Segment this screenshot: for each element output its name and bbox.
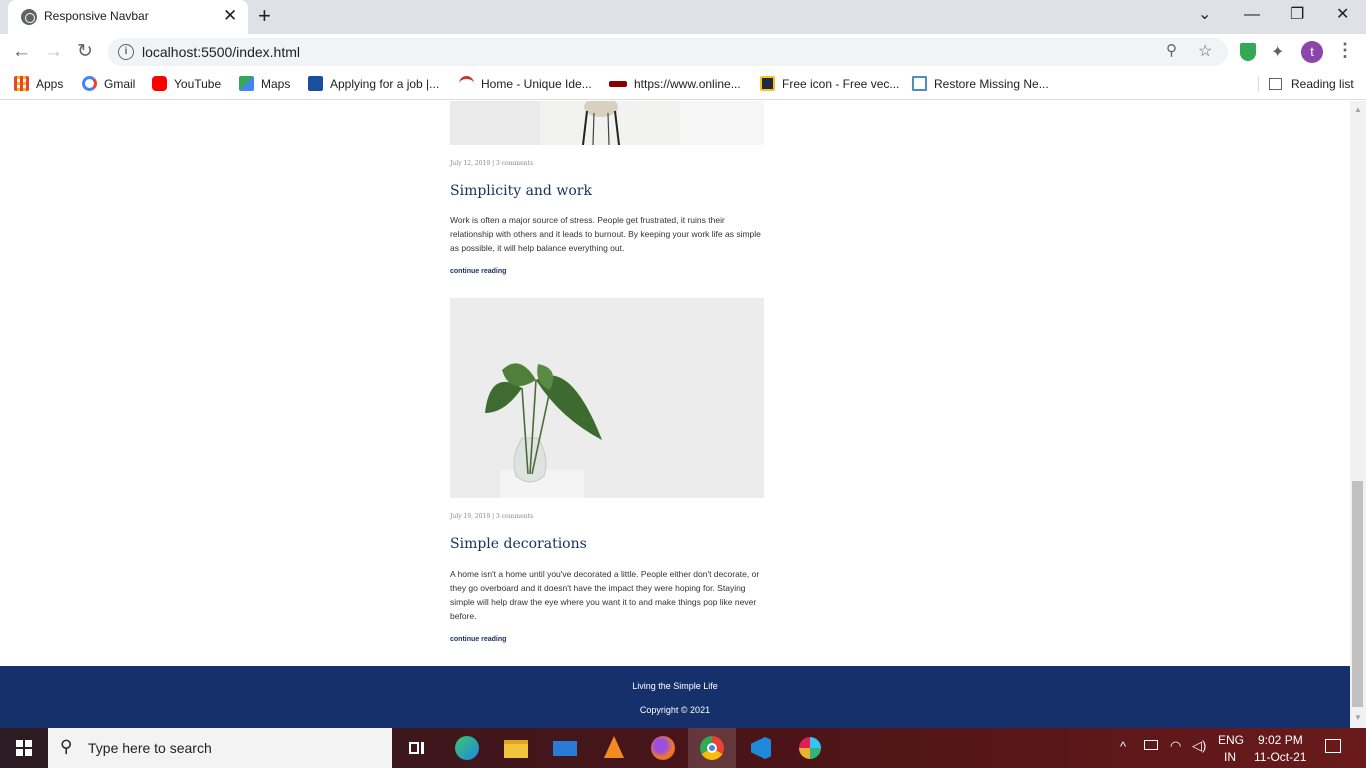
post-title[interactable]: Simplicity and work [450, 183, 592, 199]
extensions-puzzle-icon[interactable]: ✦ [1271, 42, 1284, 62]
continue-reading-link[interactable]: continue reading [450, 636, 506, 643]
site-info-icon[interactable]: i [118, 44, 134, 60]
post-body: A home isn't a home until you've decorat… [450, 569, 760, 621]
bookmark-label: Restore Missing Ne... [934, 77, 1049, 91]
bookmark-free-icon[interactable]: Free icon - Free vec... [760, 76, 899, 94]
windows-start-icon[interactable] [16, 740, 32, 756]
bookmark-label: YouTube [174, 77, 222, 91]
taskbar-search-box[interactable]: ⚲ Type here to search [48, 728, 392, 768]
file-explorer-icon[interactable] [502, 734, 530, 762]
forward-arrow-icon[interactable]: → [44, 41, 63, 63]
apps-grid-icon [14, 76, 29, 91]
tab-title: Responsive Navbar [44, 9, 149, 23]
firefox-icon[interactable] [649, 734, 677, 762]
bookmark-restore-missing[interactable]: Restore Missing Ne... [912, 76, 1049, 94]
scrollbar-thumb[interactable] [1352, 481, 1363, 707]
bookmark-applying-job[interactable]: Applying for a job |... [308, 76, 439, 94]
youtube-icon [152, 76, 167, 91]
notifications-icon[interactable] [1325, 739, 1341, 753]
shield-extension-icon[interactable] [1240, 43, 1256, 61]
slack-icon[interactable] [796, 734, 824, 762]
browser-toolbar: ← → ↻ i localhost:5500/index.html ⚲ ☆ ✦ … [0, 34, 1366, 70]
post-title[interactable]: Simple decorations [450, 536, 587, 552]
continue-reading-link[interactable]: continue reading [450, 268, 506, 275]
bookmark-label: Gmail [104, 77, 136, 91]
post-image-plant [450, 298, 764, 498]
monitor-icon [912, 76, 927, 91]
scroll-down-icon[interactable]: ▼ [1354, 713, 1362, 722]
bookmark-youtube[interactable]: YouTube [152, 76, 221, 94]
google-icon [82, 76, 97, 91]
zoom-icon[interactable]: ⚲ [1166, 41, 1177, 59]
plant-illustration [450, 298, 764, 498]
nsdl-icon [609, 81, 627, 87]
task-view-icon[interactable] [402, 734, 430, 762]
tab-close-icon[interactable]: ✕ [223, 6, 237, 26]
reading-list-label: Reading list [1291, 77, 1354, 91]
clock-date[interactable]: 11-Oct-21 [1254, 750, 1306, 764]
search-placeholder[interactable]: Type here to search [88, 740, 212, 756]
post-body: Work is often a major source of stress. … [450, 215, 761, 253]
bookmark-label: Free icon - Free vec... [782, 77, 900, 91]
language-region[interactable]: IN [1224, 750, 1236, 764]
tab-responsive-navbar[interactable]: Responsive Navbar ✕ [8, 0, 248, 34]
vscode-icon[interactable] [747, 734, 775, 762]
reading-list-button[interactable]: Reading list [1258, 76, 1354, 92]
bookmark-online[interactable]: https://www.online... [609, 76, 741, 94]
bookmark-gmail[interactable]: Gmail [82, 76, 135, 94]
bookmark-label: Apps [36, 77, 64, 91]
new-tab-button[interactable]: + [258, 4, 271, 28]
flaticon-icon [760, 76, 775, 91]
wifi-icon[interactable]: ◠ [1170, 738, 1181, 754]
volume-icon[interactable]: ◁) [1192, 738, 1206, 754]
url-text[interactable]: localhost:5500/index.html [142, 44, 300, 60]
chrome-icon[interactable] [688, 728, 736, 768]
bookmark-home-unique[interactable]: Home - Unique Ide... [459, 76, 592, 94]
language-indicator[interactable]: ENG [1218, 733, 1244, 747]
clock-time[interactable]: 9:02 PM [1258, 733, 1303, 747]
battery-icon[interactable] [1144, 740, 1158, 750]
reading-list-icon [1269, 78, 1282, 90]
post-meta: July 19, 2019 | 3 comments [450, 513, 534, 520]
reload-icon[interactable]: ↻ [77, 41, 93, 63]
back-arrow-icon[interactable]: ← [12, 41, 31, 63]
address-bar[interactable]: i localhost:5500/index.html ⚲ ☆ [108, 38, 1228, 66]
menu-dots-icon[interactable]: ⋮ [1336, 40, 1354, 61]
tab-search-icon[interactable]: ⌄ [1198, 5, 1211, 25]
bookmark-label: https://www.online... [634, 77, 741, 91]
globe-icon [21, 9, 37, 25]
maps-icon [239, 76, 254, 91]
mail-icon[interactable] [551, 734, 579, 762]
bookmark-label: Home - Unique Ide... [481, 77, 592, 91]
tab-strip: Responsive Navbar ✕ + ⌄ — ❐ ✕ [0, 0, 1366, 34]
bookmark-apps[interactable]: Apps [14, 76, 63, 94]
footer-copyright: Copyright © 2021 [639, 705, 711, 715]
bookmark-label: Maps [261, 77, 291, 91]
post-image-chair [450, 101, 764, 145]
bookmarks-bar: Apps Gmail YouTube Maps Applying for a j… [0, 70, 1366, 100]
bookmark-maps[interactable]: Maps [239, 76, 290, 94]
bookmark-label: Applying for a job |... [330, 77, 440, 91]
profile-avatar[interactable]: t [1301, 41, 1323, 63]
c-icon [308, 76, 323, 91]
wifi-red-icon [459, 76, 474, 91]
page-scrollbar[interactable]: ▲ ▼ [1350, 101, 1366, 728]
minimize-button[interactable]: — [1244, 5, 1260, 25]
close-window-button[interactable]: ✕ [1336, 5, 1349, 25]
footer-tagline: Living the Simple Life [632, 681, 718, 691]
chevron-up-icon[interactable]: ^ [1120, 739, 1126, 754]
windows-taskbar: ⚲ Type here to search ^ ◠ ◁) ENG IN 9:02… [0, 728, 1366, 768]
edge-icon[interactable] [453, 734, 481, 762]
search-icon: ⚲ [60, 737, 73, 756]
scroll-up-icon[interactable]: ▲ [1354, 105, 1362, 114]
vlc-icon[interactable] [600, 734, 628, 762]
bookmark-star-icon[interactable]: ☆ [1198, 41, 1212, 61]
chair-illustration [450, 101, 764, 145]
site-footer: Living the Simple Life Copyright © 2021 [0, 666, 1350, 728]
post-meta: July 12, 2019 | 3 comments [450, 160, 534, 167]
page-viewport: July 12, 2019 | 3 comments Simplicity an… [0, 101, 1350, 728]
restore-button[interactable]: ❐ [1290, 5, 1304, 25]
